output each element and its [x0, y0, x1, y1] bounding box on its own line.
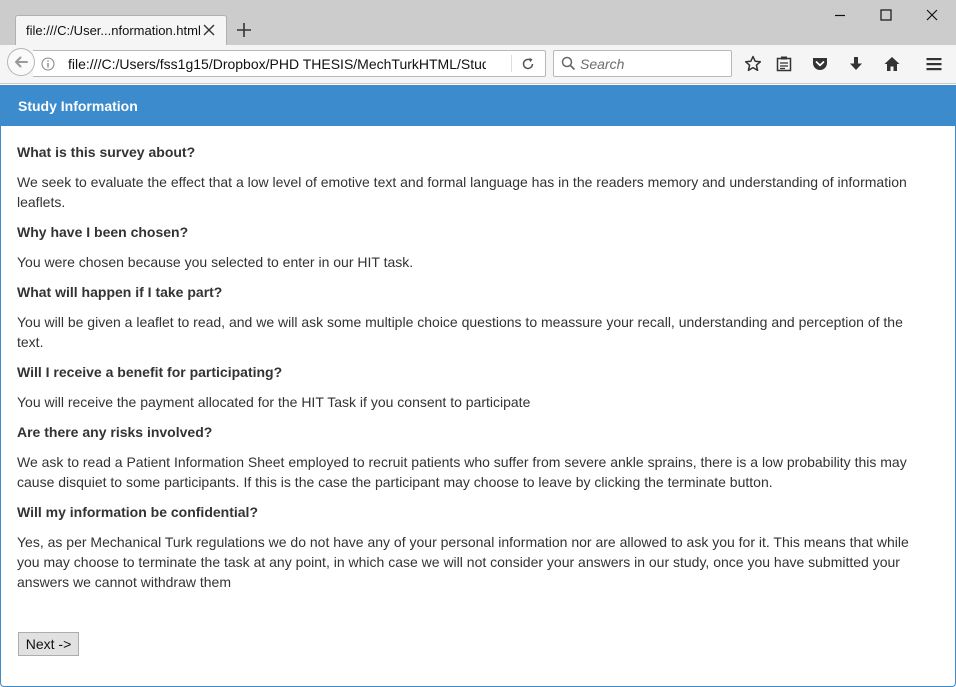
maximize-icon[interactable]: [876, 5, 896, 25]
url-divider: [511, 55, 512, 72]
panel-header: Study Information: [1, 85, 955, 126]
tab-strip: file:///C:/User...nformation.html: [0, 0, 956, 45]
section-heading: Why have I been chosen?: [17, 224, 189, 240]
minimize-icon[interactable]: [830, 5, 850, 25]
section-heading: Will I receive a benefit for participati…: [17, 364, 283, 380]
menu-icon[interactable]: [924, 54, 944, 74]
pocket-icon[interactable]: [810, 54, 830, 74]
home-icon[interactable]: [882, 54, 902, 74]
section-text: You will receive the payment allocated f…: [17, 394, 531, 410]
browser-tab[interactable]: file:///C:/User...nformation.html: [15, 15, 227, 45]
bookmark-star-icon[interactable]: [743, 54, 763, 74]
new-tab-icon[interactable]: [235, 21, 253, 39]
section-heading: Are there any risks involved?: [17, 424, 213, 440]
section-text: You will be given a leaflet to read, and…: [17, 314, 903, 350]
address-bar[interactable]: file:///C:/Users/fss1g15/Dropbox/PHD THE…: [33, 50, 546, 77]
tab-title: file:///C:/User...nformation.html: [26, 23, 201, 38]
download-icon[interactable]: [846, 54, 866, 74]
search-icon: [561, 56, 576, 71]
panel-body: What is this survey about? We seek to ev…: [17, 142, 929, 602]
back-button[interactable]: [7, 48, 35, 76]
section-heading: Will my information be confidential?: [17, 504, 258, 520]
back-arrow-icon: [15, 56, 28, 68]
url-text[interactable]: file:///C:/Users/fss1g15/Dropbox/PHD THE…: [68, 56, 486, 72]
navigation-toolbar: file:///C:/Users/fss1g15/Dropbox/PHD THE…: [0, 45, 956, 84]
reload-icon[interactable]: [520, 56, 536, 72]
section-text: We seek to evaluate the effect that a lo…: [17, 174, 907, 210]
section-text: You were chosen because you selected to …: [17, 254, 414, 270]
close-icon[interactable]: [201, 22, 217, 38]
search-bar[interactable]: [553, 50, 732, 77]
window-close-icon[interactable]: [922, 5, 942, 25]
reading-list-icon[interactable]: [774, 54, 794, 74]
next-button[interactable]: Next ->: [18, 632, 79, 656]
study-info-panel: Study Information What is this survey ab…: [0, 85, 956, 687]
section-heading: What is this survey about?: [17, 144, 196, 160]
info-icon[interactable]: [41, 57, 55, 71]
panel-title: Study Information: [18, 98, 138, 114]
search-input[interactable]: [580, 51, 725, 76]
section-heading: What will happen if I take part?: [17, 284, 223, 300]
section-text: We ask to read a Patient Information She…: [17, 454, 907, 490]
section-text: Yes, as per Mechanical Turk regulations …: [17, 534, 909, 590]
